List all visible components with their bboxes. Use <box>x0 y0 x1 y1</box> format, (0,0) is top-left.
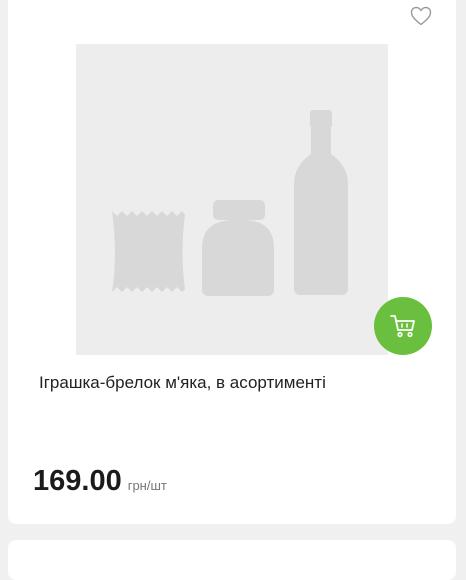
favorite-button[interactable] <box>410 6 432 26</box>
bottle-body-shape <box>294 128 348 295</box>
placeholder-product-image <box>112 110 348 296</box>
product-title[interactable]: Іграшка-брелок м'яка, в асортименті <box>39 372 429 394</box>
price-unit: грн/шт <box>127 478 167 493</box>
product-price: 169.00 грн/шт <box>33 465 167 498</box>
jar-body-shape <box>202 220 274 296</box>
bottle-cap-shape <box>310 110 332 128</box>
snack-bag-shape <box>112 211 185 292</box>
price-value: 169.00 <box>33 465 122 497</box>
cart-icon <box>390 315 415 338</box>
jar-lid-shape <box>213 200 265 220</box>
add-to-cart-button[interactable] <box>374 297 432 355</box>
heart-icon <box>410 6 432 26</box>
next-product-card[interactable] <box>8 540 456 580</box>
product-image-placeholder[interactable] <box>76 44 388 355</box>
